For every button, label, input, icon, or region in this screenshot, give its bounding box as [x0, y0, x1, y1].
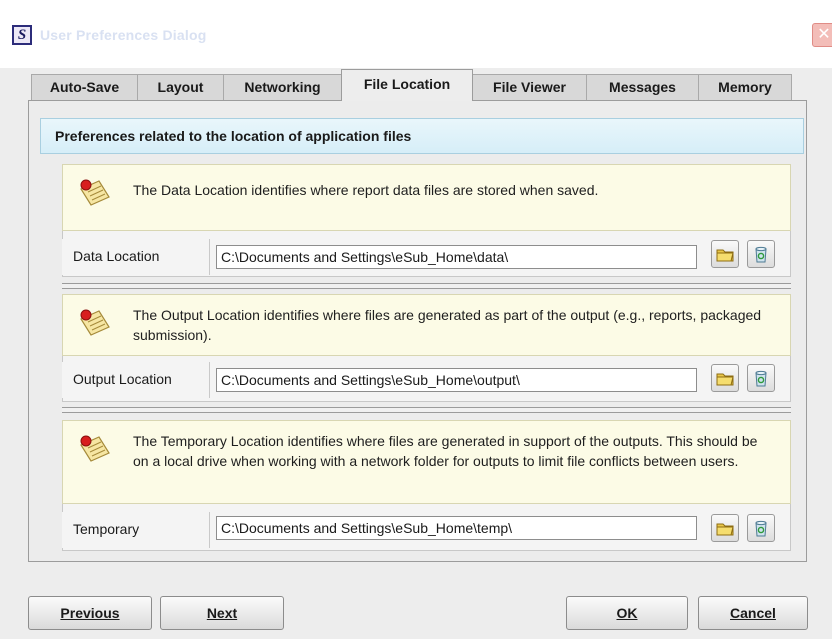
temporary-location-clear-button[interactable]: [747, 514, 775, 542]
tab-file-viewer[interactable]: File Viewer: [472, 74, 587, 100]
panel-header: Preferences related to the location of a…: [40, 118, 804, 154]
temporary-location-label: Temporary: [62, 512, 210, 548]
section-divider: [62, 407, 791, 413]
folder-icon: [716, 523, 734, 536]
temporary-location-info: The Temporary Location identifies where …: [62, 420, 791, 504]
ok-button[interactable]: OK: [566, 596, 688, 630]
next-button[interactable]: Next: [160, 596, 284, 630]
folder-icon: [716, 249, 734, 262]
output-location-description: The Output Location identifies where fil…: [133, 307, 762, 343]
data-location-info: The Data Location identifies where repor…: [62, 164, 791, 231]
note-icon: [80, 179, 110, 206]
output-location-info: The Output Location identifies where fil…: [62, 294, 791, 356]
cancel-button[interactable]: Cancel: [698, 596, 808, 630]
close-button[interactable]: ✕: [812, 23, 832, 47]
window-title: User Preferences Dialog: [40, 27, 207, 43]
recycle-bin-icon: [755, 370, 767, 387]
data-location-clear-button[interactable]: [747, 240, 775, 268]
note-icon: [80, 435, 110, 462]
output-location-label: Output Location: [62, 362, 210, 398]
temporary-location-description: The Temporary Location identifies where …: [133, 433, 758, 469]
data-location-description: The Data Location identifies where repor…: [133, 182, 599, 198]
output-location-browse-button[interactable]: [711, 364, 739, 392]
tab-file-location[interactable]: File Location: [341, 69, 473, 101]
data-location-browse-button[interactable]: [711, 240, 739, 268]
note-icon: [80, 309, 110, 336]
recycle-bin-icon: [755, 520, 767, 537]
data-location-label: Data Location: [62, 239, 210, 275]
tab-layout[interactable]: Layout: [137, 74, 224, 100]
title-bar: S User Preferences Dialog ✕: [0, 0, 832, 68]
recycle-bin-icon: [755, 246, 767, 263]
previous-button[interactable]: Previous: [28, 596, 152, 630]
temporary-location-input[interactable]: [216, 516, 697, 540]
tab-messages[interactable]: Messages: [586, 74, 699, 100]
section-divider: [62, 283, 791, 289]
output-location-input[interactable]: [216, 368, 697, 392]
tab-memory[interactable]: Memory: [698, 74, 792, 100]
folder-icon: [716, 373, 734, 386]
app-icon: S: [12, 25, 32, 45]
tab-auto-save[interactable]: Auto-Save: [31, 74, 138, 100]
output-location-clear-button[interactable]: [747, 364, 775, 392]
tab-networking[interactable]: Networking: [223, 74, 342, 100]
temporary-location-browse-button[interactable]: [711, 514, 739, 542]
data-location-input[interactable]: [216, 245, 697, 269]
